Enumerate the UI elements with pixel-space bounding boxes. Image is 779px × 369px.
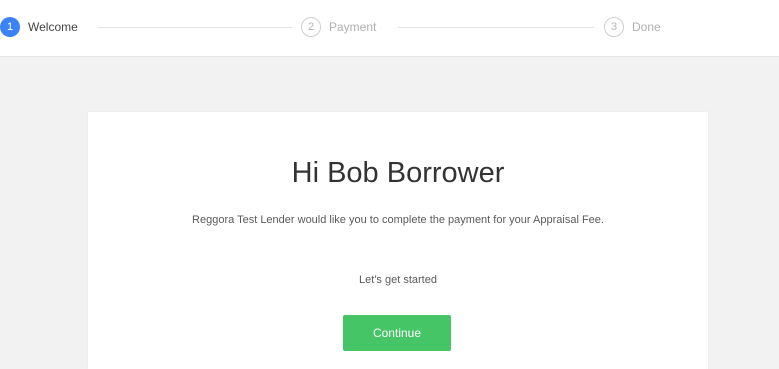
- step-number-badge: 3: [604, 17, 624, 37]
- step-label: Payment: [329, 20, 377, 34]
- progress-stepper: 1 Welcome 2 Payment 3 Done: [0, 0, 779, 57]
- step-connector: [98, 27, 292, 28]
- step-welcome: 1 Welcome: [0, 16, 78, 38]
- get-started-text: Let's get started: [359, 274, 437, 286]
- step-number-badge: 2: [301, 17, 321, 37]
- step-connector: [398, 27, 594, 28]
- greeting-heading: Hi Bob Borrower: [291, 157, 505, 189]
- step-payment: 2 Payment: [301, 16, 376, 38]
- step-label: Welcome: [28, 20, 78, 34]
- payment-request-message: Reggora Test Lender would like you to co…: [192, 214, 604, 226]
- step-done: 3 Done: [604, 16, 661, 38]
- step-number-badge: 1: [0, 17, 20, 37]
- step-label: Done: [632, 20, 661, 34]
- continue-button[interactable]: Continue: [343, 315, 451, 351]
- welcome-card: Hi Bob Borrower Reggora Test Lender woul…: [88, 112, 708, 369]
